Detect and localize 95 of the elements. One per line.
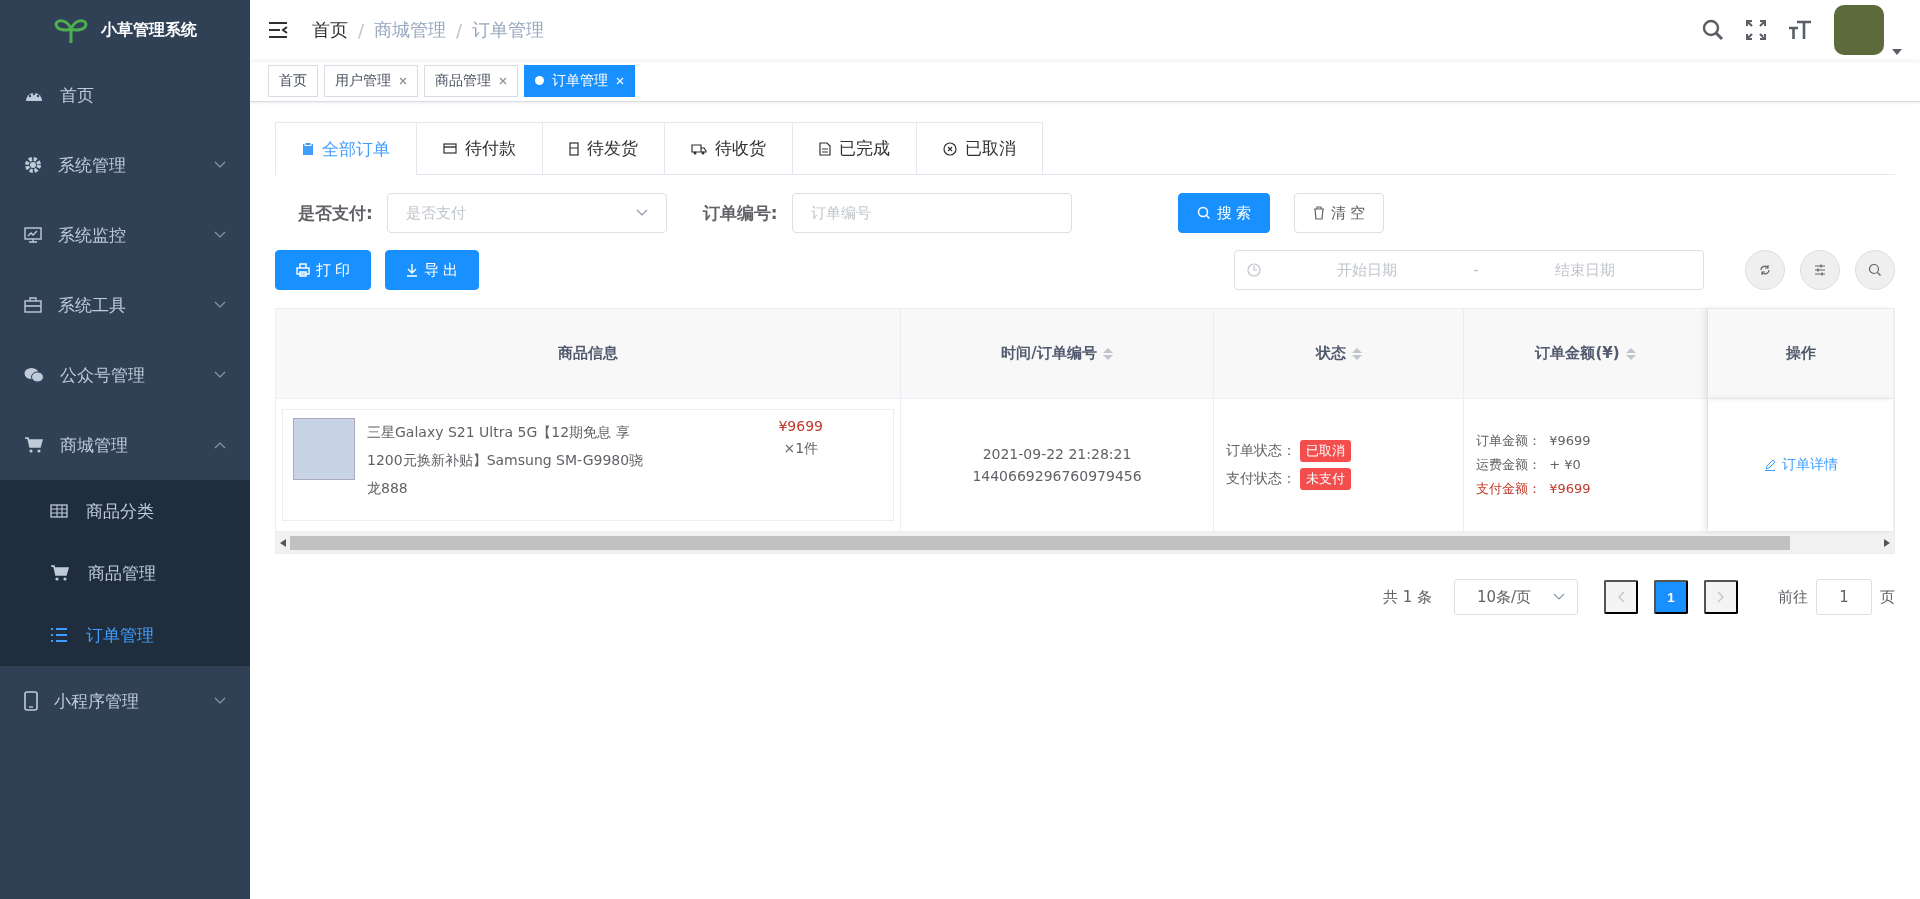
gear-icon	[24, 156, 42, 174]
goto-page-input[interactable]: 1	[1816, 579, 1872, 615]
edit-icon	[1763, 459, 1776, 471]
menu-item[interactable]: 系统管理	[0, 130, 250, 200]
sort-icon[interactable]	[1351, 347, 1362, 360]
search-icon	[1196, 206, 1211, 220]
cart-icon	[24, 436, 44, 454]
phone-icon	[24, 691, 38, 711]
photo-placeholder	[293, 418, 355, 480]
submenu-item[interactable]: 商品分类	[0, 480, 250, 542]
document-icon	[819, 141, 831, 156]
table-icon	[50, 504, 68, 518]
breadcrumb-item: 商城管理	[374, 18, 447, 42]
amount-line: 运费金额： + ¥0	[1476, 456, 1582, 474]
filter-label: 是否支付:	[298, 201, 373, 225]
sliders-icon	[1813, 263, 1827, 277]
circle-x-icon	[943, 141, 957, 156]
fullscreen-icon[interactable]	[1746, 20, 1766, 40]
clock-icon	[1247, 263, 1261, 277]
column-header: 操作	[1708, 309, 1894, 399]
avatar[interactable]	[1834, 5, 1884, 55]
chevron-left-icon	[1617, 591, 1625, 603]
status-tag: 已取消	[1300, 440, 1351, 462]
sort-icon[interactable]	[1625, 347, 1636, 360]
status-tag: 未支付	[1300, 468, 1351, 490]
date-start-placeholder: 开始日期	[1336, 260, 1399, 280]
trash-icon	[1312, 206, 1325, 220]
menu-fold-icon[interactable]	[268, 21, 288, 39]
logo-text: 小草管理系统	[101, 19, 197, 41]
breadcrumb-item: 订单管理	[472, 18, 545, 42]
column-header[interactable]: 时间/订单编号	[901, 309, 1214, 399]
truck-icon	[691, 142, 707, 155]
column-header: 商品信息	[276, 309, 901, 399]
chevron-right-icon	[1717, 591, 1725, 603]
text-size-icon[interactable]	[1788, 20, 1812, 40]
menu-item[interactable]: 系统工具	[0, 270, 250, 340]
download-icon	[406, 263, 419, 277]
order-number: 1440669296760979456	[972, 468, 1142, 484]
product-price: ¥9699	[778, 418, 823, 434]
amount-line: 订单金额： ¥9699	[1476, 432, 1592, 450]
list-icon	[50, 627, 68, 643]
scroll-left-icon	[280, 538, 286, 547]
search-icon[interactable]	[1702, 19, 1724, 41]
clear-button[interactable]: 清 空	[1293, 193, 1384, 233]
breadcrumb-separator: /	[456, 19, 463, 41]
page-suffix: 页	[1880, 587, 1895, 607]
status-label: 支付状态：	[1226, 470, 1296, 488]
filter-settings-button[interactable]	[1800, 250, 1840, 290]
search-toggle-button[interactable]	[1855, 250, 1895, 290]
product-quantity: ×1件	[783, 440, 819, 458]
chevron-down-icon	[635, 209, 648, 217]
tag-tab[interactable]: 商品管理	[424, 64, 518, 97]
product-title[interactable]: 三星Galaxy S21 Ultra 5G【12期免息 享1200元换新补贴】Samsung SM-G9980骁龙888	[367, 418, 657, 512]
refresh-button[interactable]	[1745, 250, 1785, 290]
sort-icon[interactable]	[1102, 347, 1113, 360]
briefcase-icon	[24, 297, 42, 313]
goto-label: 前往	[1778, 587, 1808, 607]
menu-item[interactable]: 小程序管理	[0, 666, 250, 736]
close-icon[interactable]	[399, 76, 407, 85]
submenu-item[interactable]: 订单管理	[0, 604, 250, 666]
order-time: 2021-09-22 21:28:21	[982, 446, 1132, 462]
card-icon	[443, 143, 457, 154]
column-header[interactable]: 订单金额(¥)	[1464, 309, 1708, 399]
caret-down-icon[interactable]	[1892, 49, 1902, 55]
breadcrumb-item[interactable]: 首页	[312, 18, 348, 42]
box-icon	[569, 141, 579, 156]
date-end-placeholder: 结束日期	[1553, 260, 1616, 280]
date-separator: -	[1473, 261, 1479, 279]
monitor-icon	[24, 226, 42, 244]
tag-tab[interactable]: 用户管理	[324, 64, 418, 97]
printer-icon	[296, 263, 310, 277]
submenu-item[interactable]: 商品管理	[0, 542, 250, 604]
filter-label: 订单编号:	[702, 201, 778, 225]
horizontal-scrollbar[interactable]	[276, 531, 1894, 553]
menu-item[interactable]: 系统监控	[0, 200, 250, 270]
order-status-tab[interactable]: 已取消	[916, 122, 1043, 174]
column-header[interactable]: 状态	[1214, 309, 1464, 399]
status-label: 订单状态：	[1226, 442, 1296, 460]
close-icon[interactable]	[499, 76, 507, 85]
chevron-down-icon	[1553, 593, 1565, 601]
refresh-icon	[1758, 263, 1772, 277]
breadcrumb-separator: /	[358, 19, 365, 41]
page-size-select[interactable]: 10条/页	[1454, 579, 1578, 615]
chat-bubbles-icon	[24, 367, 44, 383]
menu-item[interactable]: 公众号管理	[0, 340, 250, 410]
scroll-right-icon	[1884, 538, 1890, 547]
amount-line: 支付金额： ¥9699	[1476, 480, 1592, 498]
search-icon	[1868, 263, 1882, 277]
clipboard-icon	[302, 142, 314, 156]
tag-tab[interactable]: 首页	[268, 64, 318, 97]
menu-item[interactable]: 商城管理	[0, 410, 250, 480]
total-count: 共 1 条	[1382, 587, 1432, 607]
dot-icon	[535, 76, 544, 85]
cart-icon	[50, 564, 70, 582]
menu-item[interactable]: 首页	[0, 60, 250, 130]
